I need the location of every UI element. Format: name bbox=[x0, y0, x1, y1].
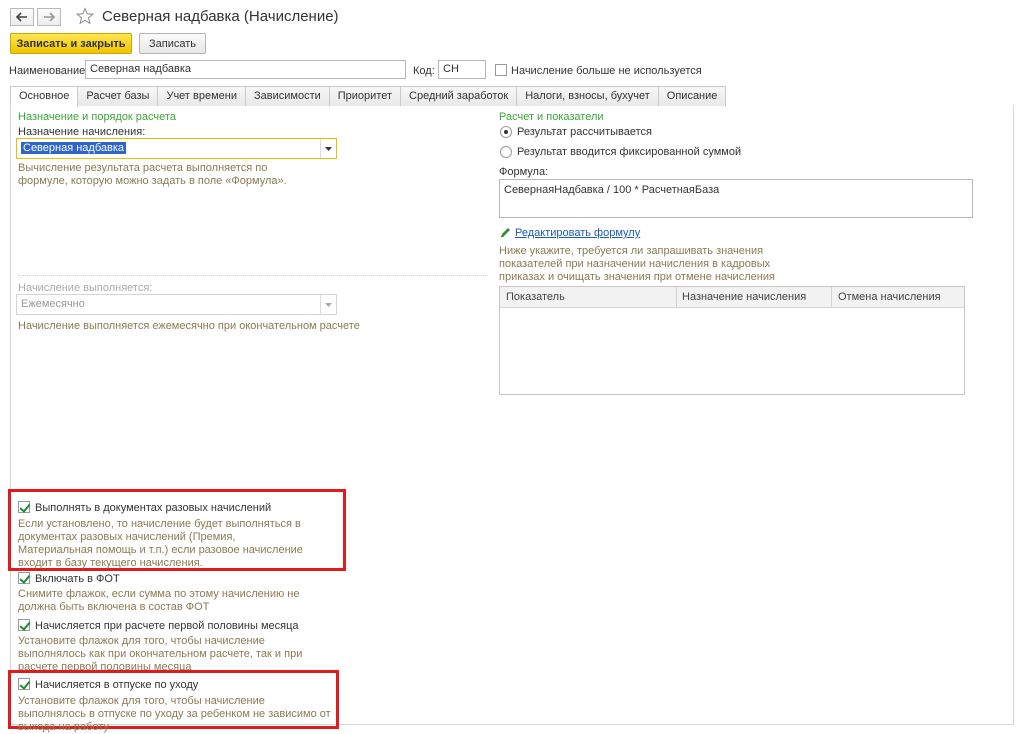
performed-label: Начисление выполняется: bbox=[18, 282, 153, 294]
tab-average-earnings[interactable]: Средний заработок bbox=[400, 86, 518, 106]
page-title: Северная надбавка (Начисление) bbox=[102, 8, 339, 25]
first-half-hint: Установите флажок для того, чтобы начисл… bbox=[18, 635, 303, 673]
section-title-purpose: Назначение и порядок расчета bbox=[18, 111, 176, 123]
radio-fixed-label: Результат вводится фиксированной суммой bbox=[517, 146, 742, 158]
formula-label: Формула: bbox=[499, 166, 549, 178]
table-header: Показатель Назначение начисления Отмена … bbox=[500, 287, 964, 308]
column-header-cancel[interactable]: Отмена начисления bbox=[838, 291, 941, 303]
parental-leave-label: Начисляется в отпуске по уходу bbox=[35, 679, 199, 691]
column-divider bbox=[831, 287, 832, 308]
not-used-label: Начисление больше не используется bbox=[511, 65, 702, 77]
tab-taxes[interactable]: Налоги, взносы, бухучет bbox=[516, 86, 659, 106]
tab-dependencies[interactable]: Зависимости bbox=[245, 86, 330, 106]
performed-hint: Начисление выполняется ежемесячно при ок… bbox=[18, 320, 360, 332]
performed-select[interactable]: Ежемесячно bbox=[16, 294, 337, 315]
code-label: Код: bbox=[413, 65, 435, 77]
purpose-label: Назначение начисления: bbox=[18, 126, 146, 138]
tab-main[interactable]: Основное bbox=[10, 86, 79, 107]
divider bbox=[18, 275, 488, 276]
name-label: Наименование: bbox=[9, 65, 89, 77]
save-button[interactable]: Записать bbox=[139, 33, 206, 54]
first-half-checkbox[interactable] bbox=[18, 619, 30, 631]
formula-textarea[interactable]: СевернаяНадбавка / 100 * РасчетнаяБаза bbox=[499, 179, 973, 218]
one-time-docs-label: Выполнять в документах разовых начислени… bbox=[35, 502, 272, 514]
section-title-calc: Расчет и показатели bbox=[499, 111, 604, 123]
column-header-indicator[interactable]: Показатель bbox=[506, 291, 565, 303]
tab-base-calculation[interactable]: Расчет базы bbox=[77, 86, 159, 106]
indicators-table[interactable]: Показатель Назначение начисления Отмена … bbox=[499, 286, 965, 395]
not-used-checkbox[interactable] bbox=[495, 64, 507, 76]
chevron-down-icon[interactable] bbox=[320, 295, 336, 314]
tab-bar: Основное Расчет базы Учет времени Зависи… bbox=[10, 86, 727, 107]
tab-description[interactable]: Описание bbox=[657, 86, 727, 106]
favorite-star-icon[interactable] bbox=[75, 7, 95, 28]
back-button[interactable] bbox=[10, 8, 34, 26]
pencil-icon bbox=[499, 227, 511, 242]
parental-leave-checkbox[interactable] bbox=[18, 678, 30, 690]
forward-button[interactable] bbox=[37, 8, 61, 26]
code-input[interactable]: СН bbox=[438, 60, 486, 79]
column-divider bbox=[676, 287, 677, 308]
purpose-select-value: Северная надбавка bbox=[21, 142, 127, 154]
tab-time-tracking[interactable]: Учет времени bbox=[157, 86, 246, 106]
chevron-down-icon[interactable] bbox=[320, 139, 336, 158]
radio-fixed[interactable] bbox=[500, 146, 512, 158]
include-fot-hint: Снимите флажок, если сумма по этому начи… bbox=[18, 588, 300, 613]
radio-calculated-label: Результат рассчитывается bbox=[517, 126, 652, 138]
indicators-hint: Ниже укажите, требуется ли запрашивать з… bbox=[499, 245, 775, 283]
purpose-select[interactable]: Северная надбавка bbox=[16, 138, 337, 159]
arrow-right-icon bbox=[44, 12, 55, 22]
edit-formula-link[interactable]: Редактировать формулу bbox=[515, 227, 640, 239]
first-half-label: Начисляется при расчете первой половины … bbox=[35, 620, 299, 632]
one-time-docs-hint: Если установлено, то начисление будет вы… bbox=[18, 518, 303, 569]
one-time-docs-checkbox[interactable] bbox=[18, 501, 30, 513]
tab-priority[interactable]: Приоритет bbox=[328, 86, 402, 106]
performed-select-value: Ежемесячно bbox=[21, 298, 85, 310]
arrow-left-icon bbox=[16, 12, 27, 22]
name-input[interactable]: Северная надбавка bbox=[85, 60, 406, 79]
column-header-assign[interactable]: Назначение начисления bbox=[682, 291, 806, 303]
parental-leave-hint: Установите флажок для того, чтобы начисл… bbox=[18, 695, 331, 733]
radio-calculated[interactable] bbox=[500, 126, 512, 138]
purpose-hint: Вычисление результата расчета выполняетс… bbox=[18, 162, 287, 187]
include-fot-checkbox[interactable] bbox=[18, 572, 30, 584]
include-fot-label: Включать в ФОТ bbox=[35, 573, 120, 585]
save-and-close-button[interactable]: Записать и закрыть bbox=[10, 33, 132, 54]
